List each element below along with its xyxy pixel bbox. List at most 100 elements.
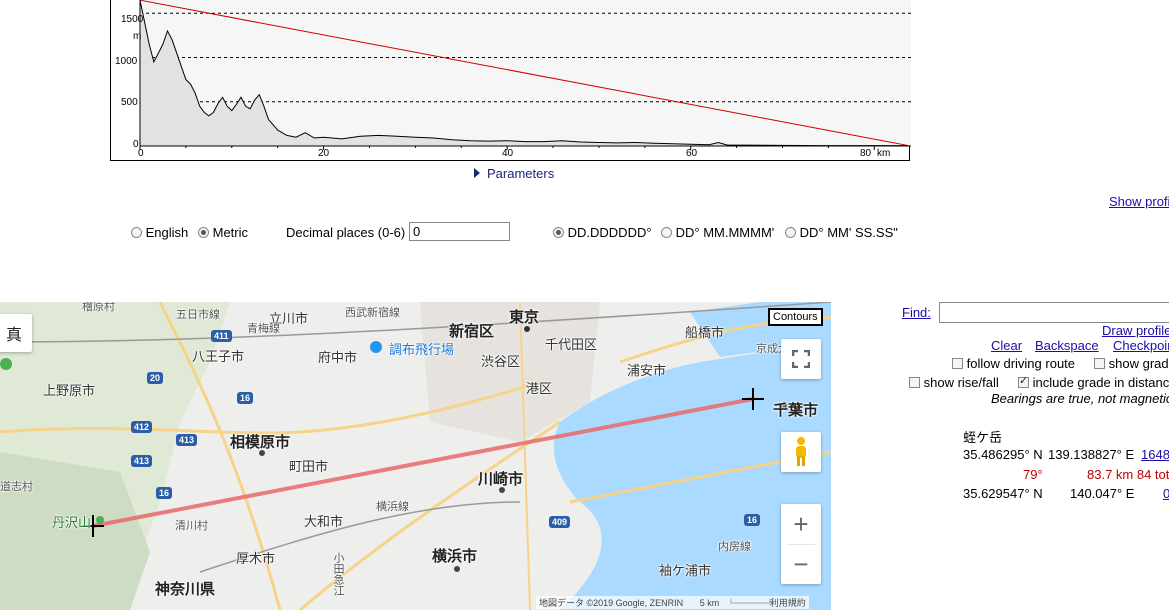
english-option[interactable]: English [131,225,188,240]
english-label: English [145,225,189,240]
point2-elevation-link[interactable]: 0 [1163,486,1169,501]
label-yamato: 大和市 [304,514,344,529]
include-grade-checkbox[interactable] [1018,374,1029,388]
parameters-toggle[interactable]: Parameters [474,166,554,181]
format-ddmm-label: DD° MM.MMMM' [675,225,775,240]
metric-option[interactable]: Metric [198,225,248,240]
clear-link[interactable]: Clear [991,338,1022,353]
label-uenohara: 上野原市 [43,383,96,398]
road-shield-16: 16 [237,392,254,404]
label-tanzawa: 丹沢山 [52,515,92,530]
label-seibu-line: 西武新宿線 [345,307,400,319]
label-yokohama-line: 横浜線 [376,501,409,513]
find-label[interactable]: Find: [902,305,931,320]
show-grade-checkbox[interactable] [1094,358,1105,369]
show-rise-fall-label: show rise/fall [923,375,999,390]
format-dd-radio[interactable] [553,227,564,238]
pegman-icon [796,437,806,466]
road-shield-413a: 413 [176,434,198,446]
label-urayasu: 浦安市 [627,363,667,378]
x-tick-60: 60 [686,148,698,159]
road-shield-413b: 413 [131,455,153,467]
airport-pin-icon[interactable] [370,341,382,353]
map-scale-label: 5 km [699,598,720,608]
show-grade-option[interactable]: show grade [1094,356,1169,371]
bearings-note: Bearings are true, not magnetic [991,391,1169,406]
english-radio[interactable] [131,227,142,238]
label-machida: 町田市 [289,459,329,474]
point1-lat: 35.486295° N [963,447,1043,462]
road-shield-16b: 16 [156,487,173,499]
backspace-link[interactable]: Backspace [1035,338,1099,353]
zoom-out-icon[interactable]: − [793,545,808,584]
label-yokohama: 横浜市 [432,548,478,565]
road-shield-411: 411 [211,330,232,342]
y-tick-500: 500 [121,97,138,108]
segment-distance: 83.7 km 84 total [1087,467,1169,482]
road-shield-409: 409 [549,516,571,528]
y-tick-1500: 1500 [121,14,144,25]
format-ddmm-radio[interactable] [661,227,672,238]
point1-elevation-link[interactable]: 1648 [1141,447,1169,462]
map-copyright: 地図データ ©2019 Google, ZENRIN [539,598,684,608]
point2-lon: 140.047° E [1070,486,1135,501]
map-terms-link[interactable]: 利用規約 [770,598,806,608]
show-profile-link[interactable]: Show profile [1109,194,1169,209]
x-tick-20: 20 [318,148,330,159]
park-pin-icon[interactable] [0,358,12,370]
metric-label: Metric [212,225,249,240]
label-minato: 港区 [526,381,553,396]
elevation-chart: 1500 m 1000 500 0 0 20 40 60 80 km [110,0,911,161]
x-tick-40: 40 [502,148,514,159]
label-shibuya: 渋谷区 [481,354,521,369]
road-shield-16c: 16 [744,514,761,526]
contours-button[interactable]: Contours [768,308,823,326]
map-type-button[interactable]: 真 [0,314,32,352]
follow-route-option[interactable]: follow driving route [952,356,1075,371]
parameters-label: Parameters [487,166,555,181]
label-chiba: 千葉市 [773,402,819,419]
label-odakyu-line: 小田急江 [332,552,344,596]
include-grade-label: include grade in distance [1032,375,1169,390]
draw-profile-link[interactable]: Draw profile [1102,323,1169,338]
segment-bearing: 79° [1023,467,1043,482]
checkpoint-link[interactable]: Checkpoint [1113,338,1169,353]
follow-route-label: follow driving route [966,356,1076,371]
follow-route-checkbox[interactable] [952,358,963,369]
format-dd-option[interactable]: DD.DDDDDD° [553,225,652,240]
label-hachioji: 八王子市 [192,349,245,364]
label-hinohara: 檜原村 [82,302,115,313]
include-grade-option[interactable]: include grade in distance [1018,374,1169,390]
label-doshi: 道志村 [0,481,33,493]
map-view[interactable]: 真 東京 新宿区 千代田区 渋谷区 港区 千葉市 相模原市 川崎市 横浜市 八王… [0,302,831,610]
show-rise-fall-checkbox[interactable] [909,377,920,388]
label-kiyokawa: 清川村 [175,520,208,532]
decimal-places-input[interactable] [409,222,510,241]
label-tokyo: 東京 [509,309,540,326]
label-uchibo-line: 内房線 [718,541,751,553]
label-oume-line: 青梅線 [247,323,280,335]
label-kawasaki: 川崎市 [478,471,524,488]
point1-lon: 139.138827° E [1048,447,1135,462]
fullscreen-button[interactable] [781,339,821,379]
metric-radio[interactable] [198,227,209,238]
format-ddmm-option[interactable]: DD° MM.MMMM' [661,225,774,240]
format-dd-label: DD.DDDDDD° [567,225,652,240]
label-chofu-airport: 調布飛行場 [389,342,455,357]
zoom-in-icon[interactable]: + [793,504,808,544]
tanzawa-dot [96,516,104,524]
format-ddmmss-radio[interactable] [785,227,796,238]
x-tick-0: 0 [138,148,144,159]
label-funabashi: 船橋市 [685,325,725,340]
road-shield-20: 20 [147,372,164,384]
show-rise-fall-option[interactable]: show rise/fall [909,375,999,390]
label-shinjuku: 新宿区 [449,323,495,340]
x-unit: km [877,148,891,159]
label-kanagawa: 神奈川県 [155,581,216,598]
find-input[interactable] [939,302,1169,323]
format-ddmmss-option[interactable]: DD° MM' SS.SS" [785,225,898,240]
y-unit: m [133,31,142,42]
elevation-chart-svg [139,0,911,150]
label-sodegaura: 袖ケ浦市 [659,563,712,578]
street-view-pegman[interactable] [781,432,821,472]
